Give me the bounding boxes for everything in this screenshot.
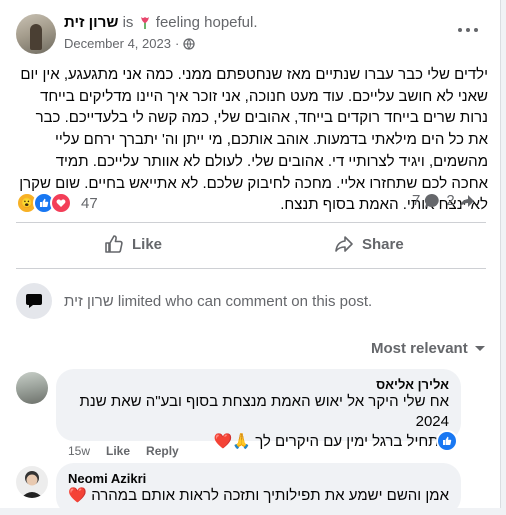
post-stats: 7 2 xyxy=(412,192,475,209)
feeling-text: feeling hopeful. xyxy=(155,14,258,31)
commenter-name[interactable]: אלירן אליאס xyxy=(68,377,449,392)
post-header: שרון זית is feeling hopeful. xyxy=(64,14,258,31)
author-avatar[interactable] xyxy=(16,14,56,54)
comment-restriction-notice: שרון זית limited who can comment on this… xyxy=(16,283,486,319)
comment-count: 7 xyxy=(412,192,421,209)
share-arrow-icon xyxy=(459,194,474,207)
separator-dot: · xyxy=(174,36,180,51)
comment-count-link[interactable]: 7 xyxy=(412,192,440,209)
post-card: שרון זית is feeling hopeful. December 4,… xyxy=(0,0,501,515)
reaction-summary[interactable]: 😮 47 xyxy=(16,192,98,214)
limited-message: limited who can comment on this post. xyxy=(117,292,373,310)
comment-time[interactable]: 15w xyxy=(68,444,90,458)
reaction-count: 47 xyxy=(81,194,98,212)
commenter-name[interactable]: Neomi Azikri xyxy=(68,471,449,486)
divider xyxy=(16,268,486,269)
comment-icon xyxy=(425,193,440,208)
more-options-icon[interactable] xyxy=(458,24,478,36)
limited-author: שרון זית xyxy=(64,292,114,310)
tulip-icon xyxy=(140,17,149,29)
comment-text-line-1: אח שלי היקר אל יאוש האמת מנצחת בסוף ובע"… xyxy=(79,393,449,430)
chevron-down-icon xyxy=(474,345,485,351)
love-reaction-icon xyxy=(50,192,72,214)
comment-text-line-1: אמן והשם ישמע את תפילותיך ותזכה לראות או… xyxy=(68,487,449,504)
comment-reply-button[interactable]: Reply xyxy=(146,444,179,458)
share-label: Share xyxy=(362,235,404,253)
divider xyxy=(16,222,486,223)
comment-like-button[interactable]: Like xyxy=(106,444,130,458)
comment-bubble: אלירן אליאס אח שלי היקר אל יאוש האמת מנצ… xyxy=(56,369,461,450)
share-count: 2 xyxy=(446,192,455,209)
limited-notice-text: שרון זית limited who can comment on this… xyxy=(64,293,372,310)
share-icon xyxy=(335,236,353,252)
post-date[interactable]: December 4, 2023 xyxy=(64,36,171,51)
share-button[interactable]: Share xyxy=(334,232,404,256)
sort-comments-dropdown[interactable]: Most relevant xyxy=(371,340,486,357)
share-count-link[interactable]: 2 xyxy=(446,192,474,209)
comment-meta: 15w Like Reply xyxy=(68,444,179,458)
is-text: is xyxy=(122,14,134,31)
sort-label: Most relevant xyxy=(371,340,468,357)
commenter-avatar[interactable] xyxy=(16,466,48,498)
comment-like-badge-icon[interactable] xyxy=(436,430,458,452)
like-label: Like xyxy=(132,235,163,253)
globe-icon xyxy=(183,37,195,50)
commenter-avatar[interactable] xyxy=(16,372,48,404)
post-meta: December 4, 2023 · xyxy=(64,36,195,51)
comment-bubble-icon xyxy=(16,283,52,319)
like-button[interactable]: Like xyxy=(104,232,162,256)
thumbs-up-icon xyxy=(105,235,123,253)
author-name[interactable]: שרון זית xyxy=(64,14,118,31)
comment-bubble: Neomi Azikri אמן והשם ישמע את תפילותיך ו… xyxy=(56,463,461,515)
